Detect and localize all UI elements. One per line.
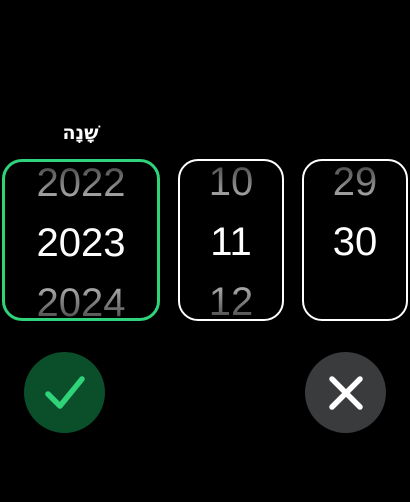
year-previous-value[interactable]: 2022 bbox=[5, 162, 157, 206]
month-next-value[interactable]: 12 bbox=[180, 279, 282, 319]
day-wheel[interactable]: 29 30 bbox=[302, 159, 408, 321]
day-selected-value[interactable]: 30 bbox=[304, 219, 406, 265]
month-previous-value[interactable]: 10 bbox=[180, 161, 282, 205]
year-selected-value[interactable]: 2023 bbox=[5, 220, 157, 266]
year-wheel[interactable]: 2022 2023 2024 bbox=[2, 159, 160, 321]
month-wheel[interactable]: 10 11 12 bbox=[178, 159, 284, 321]
close-icon bbox=[328, 375, 363, 410]
checkmark-icon bbox=[44, 375, 85, 409]
month-selected-value[interactable]: 11 bbox=[180, 219, 282, 265]
year-label: שָׁנָה bbox=[62, 122, 99, 144]
cancel-button[interactable] bbox=[305, 352, 386, 433]
day-previous-value[interactable]: 29 bbox=[304, 161, 406, 205]
confirm-button[interactable] bbox=[24, 352, 105, 433]
year-next-value[interactable]: 2024 bbox=[5, 280, 157, 318]
